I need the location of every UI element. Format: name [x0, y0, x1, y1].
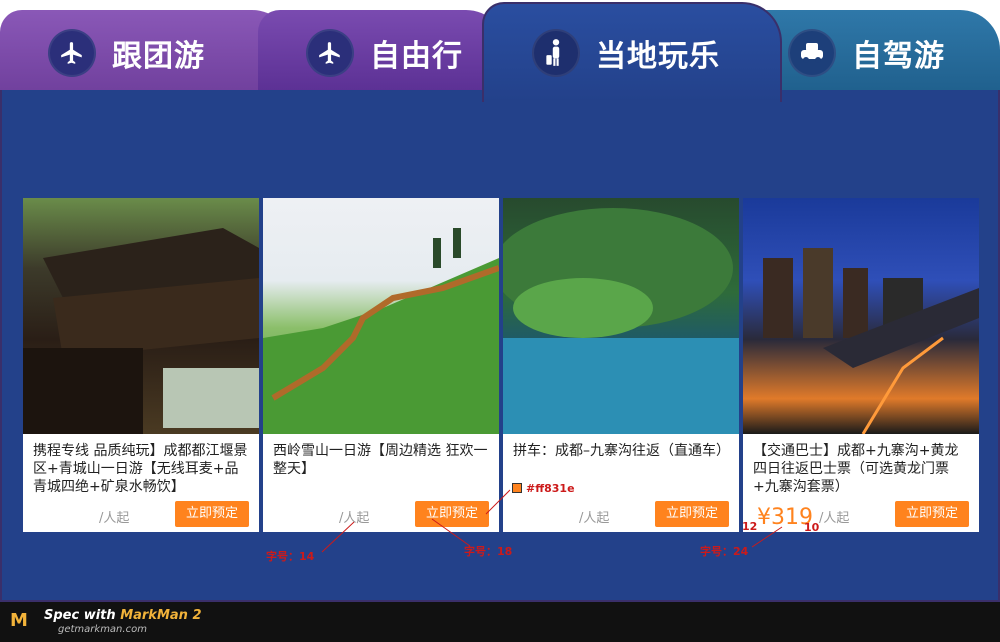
- font-size-annotation: 字号：14: [266, 550, 315, 563]
- color-annotation: #ff831e: [512, 482, 575, 495]
- spacing-annotation: 10: [804, 521, 820, 534]
- spacing-annotation: 12: [742, 520, 758, 533]
- color-swatch: [512, 483, 522, 493]
- font-size-annotation: 字号：18: [464, 545, 513, 558]
- font-size-annotation: 字号：24: [700, 545, 749, 558]
